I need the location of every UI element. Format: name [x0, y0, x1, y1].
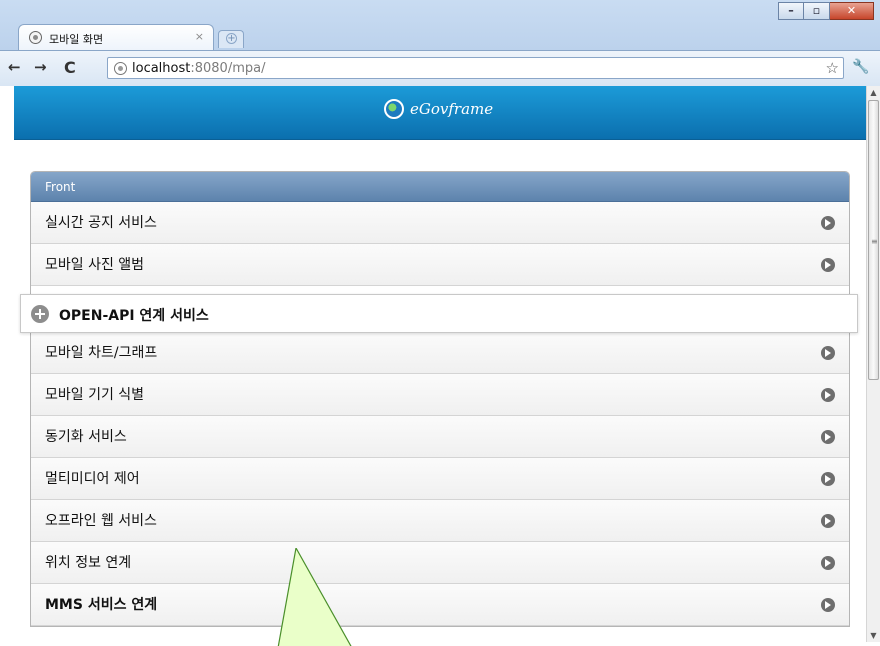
plus-circle-icon: [31, 305, 49, 323]
chevron-right-icon: [821, 472, 835, 486]
chevron-right-icon: [821, 556, 835, 570]
url-path: :8080/mpa/: [190, 61, 266, 76]
maximize-icon: ▫: [812, 4, 821, 17]
tab-title: 모바일 화면: [49, 33, 104, 46]
chevron-right-icon: [821, 258, 835, 272]
maximize-button[interactable]: ▫: [804, 2, 830, 20]
list-item[interactable]: MMS 서비스 연계: [31, 584, 849, 626]
dragged-list-item[interactable]: OPEN-API 연계 서비스: [20, 294, 858, 333]
dragged-item-label: OPEN-API 연계 서비스: [59, 308, 209, 324]
chevron-right-icon: [821, 346, 835, 360]
list-item-label: 멀티미디어 제어: [45, 471, 140, 487]
url-text: localhost:8080/mpa/: [132, 61, 265, 76]
list-item-label: 오프라인 웹 서비스: [45, 513, 157, 529]
grip-icon: ≡: [871, 237, 878, 246]
close-icon: ✕: [846, 4, 857, 17]
list-item[interactable]: 모바일 사진 앨범: [31, 244, 849, 286]
scroll-up-icon[interactable]: ▲: [867, 86, 880, 99]
callout-pointer: [277, 548, 352, 646]
list-item[interactable]: 오프라인 웹 서비스: [31, 500, 849, 542]
chevron-right-icon: [821, 388, 835, 402]
callout-shape: [277, 548, 352, 646]
url-host: localhost: [132, 61, 191, 76]
chevron-right-icon: [821, 598, 835, 612]
page-header: eGovframe: [14, 86, 866, 140]
scroll-down-icon[interactable]: ▼: [867, 629, 880, 642]
new-tab-button[interactable]: +: [218, 30, 244, 48]
list-item-label: 위치 정보 연계: [45, 555, 132, 571]
chevron-right-icon: [821, 430, 835, 444]
logo-text: eGovframe: [410, 100, 494, 118]
window-controls: – ▫ ✕: [778, 2, 874, 22]
list-item[interactable]: 위치 정보 연계: [31, 542, 849, 584]
chevron-right-icon: [821, 216, 835, 230]
list-item[interactable]: 멀티미디어 제어: [31, 458, 849, 500]
reload-icon[interactable]: C: [64, 58, 76, 77]
scrollbar-thumb[interactable]: ≡: [868, 100, 879, 380]
chevron-right-icon: [821, 514, 835, 528]
forward-arrow-icon[interactable]: →: [34, 58, 47, 76]
page-info-icon: [114, 62, 127, 75]
toolbar: ← → C localhost:8080/mpa/ ☆ 🔧: [0, 50, 880, 86]
plus-icon: +: [226, 33, 237, 44]
browser-tab[interactable]: 모바일 화면 ×: [18, 24, 214, 50]
close-tab-icon[interactable]: ×: [195, 30, 204, 43]
egovframe-logo: eGovframe: [384, 99, 493, 119]
globe-logo-icon: [384, 99, 404, 119]
vertical-scrollbar[interactable]: ▲ ≡ ▼: [866, 86, 880, 642]
list-divider: Front: [31, 172, 849, 202]
list-item-label: 모바일 차트/그래프: [45, 345, 158, 361]
list-item[interactable]: 모바일 기기 식별: [31, 374, 849, 416]
back-arrow-icon[interactable]: ←: [8, 58, 21, 76]
list-item[interactable]: 실시간 공지 서비스: [31, 202, 849, 244]
star-icon[interactable]: ☆: [826, 59, 839, 77]
list-item-label: 실시간 공지 서비스: [45, 215, 157, 231]
list-item[interactable]: 모바일 차트/그래프: [31, 332, 849, 374]
list-item-label: 동기화 서비스: [45, 429, 127, 445]
wrench-icon[interactable]: 🔧: [852, 59, 869, 75]
globe-icon: [29, 31, 42, 44]
menu-list: Front 실시간 공지 서비스 모바일 사진 앨범 모바일 차트/그래프 모바…: [30, 171, 850, 627]
list-item-label: 모바일 기기 식별: [45, 387, 145, 403]
address-bar[interactable]: localhost:8080/mpa/ ☆: [107, 57, 844, 79]
close-window-button[interactable]: ✕: [830, 2, 874, 20]
title-bar: 모바일 화면 × + – ▫ ✕: [0, 0, 880, 50]
browser-chrome: 모바일 화면 × + – ▫ ✕ ← → C localhost:8080/mp…: [0, 0, 880, 86]
list-item-label: 모바일 사진 앨범: [45, 257, 145, 273]
minimize-button[interactable]: –: [778, 2, 804, 20]
page-viewport: eGovframe Front 실시간 공지 서비스 모바일 사진 앨범 모바일…: [14, 86, 866, 642]
list-item-label: MMS 서비스 연계: [45, 597, 158, 613]
list-item[interactable]: 동기화 서비스: [31, 416, 849, 458]
minimize-icon: –: [788, 4, 794, 17]
